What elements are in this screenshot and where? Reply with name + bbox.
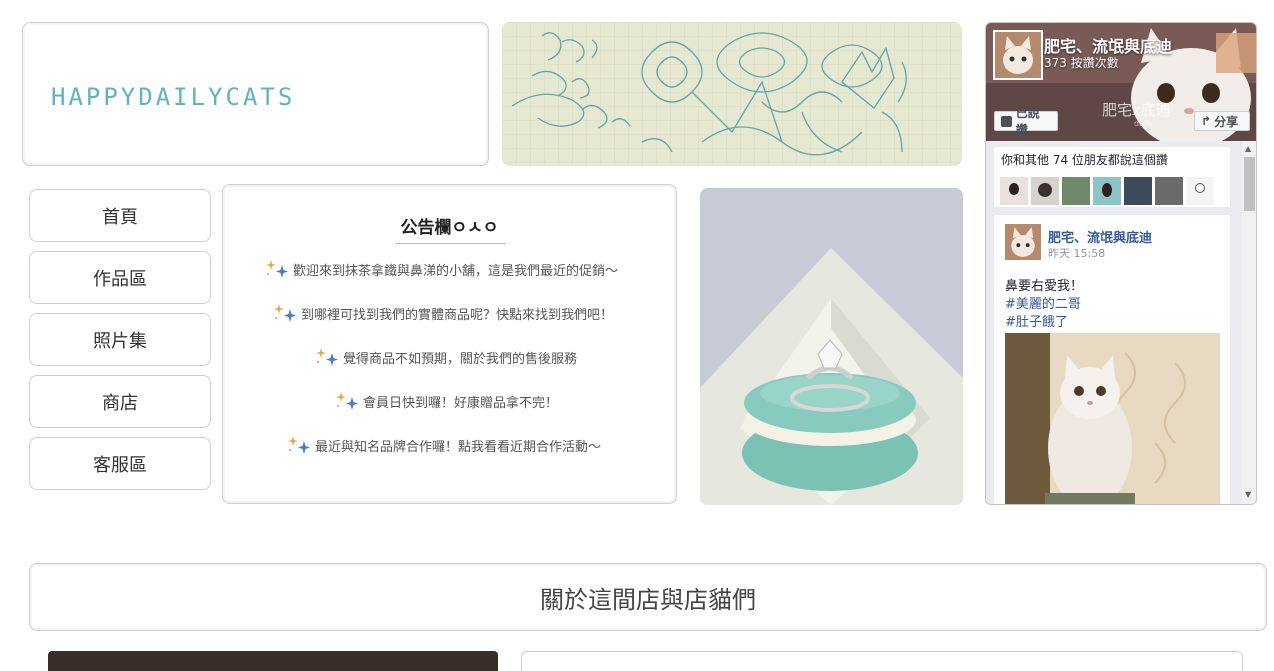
- post-author-name[interactable]: 肥宅、流氓與底迪: [1048, 227, 1152, 246]
- post-author-avatar[interactable]: [1005, 224, 1041, 260]
- facebook-f-icon: [1001, 115, 1012, 127]
- cat-avatar-icon: [1005, 224, 1041, 260]
- fb-share-button[interactable]: ↱ 分享: [1194, 111, 1250, 131]
- nav-home-label: 首頁: [102, 206, 138, 228]
- about-section-header: 關於這間店與店貓們: [29, 563, 1267, 631]
- post-hashtag[interactable]: #肚子餓了: [1005, 311, 1068, 330]
- scrollbar-thumb[interactable]: [1244, 157, 1255, 211]
- notice-item[interactable]: 覺得商品不如預期，關於我們的售後服務: [315, 347, 577, 367]
- sparkle-icon: [274, 304, 296, 322]
- ring-macaron-image: [700, 188, 963, 505]
- fb-share-label: 分享: [1214, 114, 1239, 129]
- notice-board: 公告欄ㅇㅅㅇ 歡迎來到抹茶拿鐵與鼻涕的小舖，這是我們最近的促銷～ 到哪裡可找到我…: [222, 184, 677, 504]
- site-logo[interactable]: HAPPYDAILYCATS: [51, 83, 295, 111]
- banner-drawing: [502, 22, 962, 166]
- cover-subcaption: daily: [1134, 119, 1154, 128]
- cover-caption: 肥宅x底迪: [1102, 101, 1171, 119]
- sparkle-icon: [288, 436, 310, 454]
- logo-box[interactable]: HAPPYDAILYCATS: [22, 22, 489, 166]
- notice-divider: [395, 243, 506, 244]
- notice-item[interactable]: 會員日快到囉！好康贈品拿不完！: [335, 391, 558, 411]
- friend-avatar[interactable]: [1062, 177, 1090, 205]
- nav-service-label: 客服區: [93, 454, 147, 476]
- sparkle-icon: [316, 348, 338, 366]
- notice-item[interactable]: 歡迎來到抹茶拿鐵與鼻涕的小舖，這是我們最近的促銷～: [265, 259, 618, 279]
- nav-home-button[interactable]: 首頁: [29, 189, 211, 242]
- nav-service-button[interactable]: 客服區: [29, 437, 211, 490]
- sparkle-icon: [336, 392, 358, 410]
- fb-scrollbar[interactable]: ▲ ▼: [1242, 141, 1256, 504]
- notice-item-text: 最近與知名品牌合作囉！點我看看近期合作活動～: [315, 439, 602, 455]
- friend-avatar[interactable]: [1000, 177, 1028, 205]
- nav-photos-button[interactable]: 照片集: [29, 313, 211, 366]
- nav-works-label: 作品區: [93, 268, 147, 290]
- fb-like-count: 373 按讚次數: [1044, 56, 1119, 70]
- nav-works-button[interactable]: 作品區: [29, 251, 211, 304]
- friend-avatar[interactable]: [1124, 177, 1152, 205]
- sparkle-icon: [266, 260, 288, 278]
- product-photo-ring[interactable]: [700, 188, 963, 505]
- post-timestamp[interactable]: 昨天 15:58: [1048, 245, 1105, 261]
- friend-avatar[interactable]: [1186, 177, 1214, 205]
- fb-liked-button[interactable]: 已說讚: [994, 106, 1058, 137]
- post-photo[interactable]: [1005, 333, 1220, 504]
- nav-shop-button[interactable]: 商店: [29, 375, 211, 428]
- cat-avatar-icon: [995, 32, 1041, 78]
- post-text: 鼻要右愛我！: [1005, 279, 1084, 294]
- nav-photos-label: 照片集: [93, 330, 147, 352]
- notice-title: 公告欄ㅇㅅㅇ: [400, 218, 499, 238]
- fb-friends-box: 你和其他 74 位朋友都說這個讚: [994, 147, 1230, 207]
- scroll-down-icon[interactable]: ▼: [1245, 490, 1251, 499]
- notice-item-text: 歡迎來到抹茶拿鐵與鼻涕的小舖，這是我們最近的促銷～: [293, 263, 619, 279]
- notice-item[interactable]: 到哪裡可找到我們的實體商品呢？快點來找到我們吧！: [273, 303, 613, 323]
- fb-post: 肥宅、流氓與底迪 昨天 15:58 鼻要右愛我！ #美麗的二哥 #肚子餓了: [994, 215, 1230, 504]
- scroll-up-icon[interactable]: ▲: [1245, 144, 1251, 153]
- fb-feed-scroll[interactable]: 你和其他 74 位朋友都說這個讚 肥宅、流氓與底迪 昨天 15:58 鼻要右愛我…: [986, 141, 1256, 504]
- fb-liked-label: 已說讚: [1015, 106, 1040, 137]
- persian-cat-photo: [1005, 333, 1220, 504]
- nav-shop-label: 商店: [102, 392, 138, 414]
- about-photo: [48, 651, 498, 671]
- share-arrow-icon: ↱: [1201, 114, 1212, 128]
- friend-avatar[interactable]: [1093, 177, 1121, 205]
- friend-avatar[interactable]: [1031, 177, 1059, 205]
- notice-item-text: 會員日快到囉！好康贈品拿不完！: [363, 395, 559, 411]
- fb-page-avatar[interactable]: [993, 30, 1043, 80]
- about-text-card: [521, 651, 1243, 671]
- fb-friends-text: 你和其他 74 位朋友都說這個讚: [1001, 153, 1168, 167]
- notice-item[interactable]: 最近與知名品牌合作囉！點我看看近期合作活動～: [287, 435, 601, 455]
- post-hashtag[interactable]: #美麗的二哥: [1005, 293, 1081, 312]
- facebook-page-widget[interactable]: 肥宅、流氓與底迪 373 按讚次數 肥宅x底迪 daily 已說讚 ↱ 分享 你…: [985, 22, 1257, 505]
- notice-item-text: 到哪裡可找到我們的實體商品呢？快點來找到我們吧！: [301, 307, 614, 323]
- fb-cover[interactable]: 肥宅、流氓與底迪 373 按讚次數 肥宅x底迪 daily 已說讚 ↱ 分享: [986, 23, 1256, 141]
- about-title: 關於這間店與店貓們: [540, 585, 756, 614]
- notice-item-text: 覺得商品不如預期，關於我們的售後服務: [343, 351, 578, 367]
- friend-avatar[interactable]: [1155, 177, 1183, 205]
- banner-illustration: [502, 22, 962, 166]
